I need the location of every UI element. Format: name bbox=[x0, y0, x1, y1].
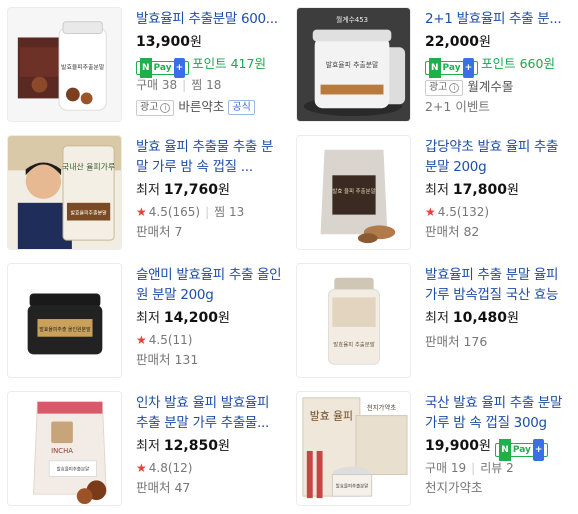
seller-name[interactable]: 천지가약초 bbox=[425, 478, 573, 498]
svg-text:발효율피추출분말: 발효율피추출분말 bbox=[61, 63, 105, 71]
product-thumbnail[interactable]: 발효율피 추출분말 월계수453 bbox=[296, 7, 411, 122]
price: 최저 10,480원 bbox=[425, 310, 519, 326]
rating-row: ★ 4.8(12) bbox=[136, 461, 193, 475]
product-card[interactable]: 국내산 율피가루 발효율피추출분말 발효 율피 추출물 추출 분말 가루 밤 속… bbox=[0, 128, 289, 256]
rating-row: ★ 4.5(132) bbox=[425, 205, 490, 219]
svg-text:발효율피 추출분말: 발효율피 추출분말 bbox=[333, 341, 374, 349]
price: 13,900원 bbox=[136, 34, 202, 50]
product-image: 발효율피추출분말 bbox=[8, 8, 121, 121]
product-title[interactable]: 발효율피 추출 분말 율피 가루 밤속껍질 국산 효능 bbox=[425, 265, 573, 305]
product-image: 국내산 율피가루 발효율피추출분말 bbox=[8, 136, 121, 249]
product-grid: 발효율피추출분말 발효율피 추출분말 600... 13,900원 N Pay + 포… bbox=[0, 0, 578, 514]
svg-text:발효율피추출분말: 발효율피추출분말 bbox=[336, 482, 368, 489]
seller-row: 광고 i 월계수몰 bbox=[425, 77, 573, 97]
promo-text: 2+1 이벤트 bbox=[425, 99, 490, 114]
product-meta: 구매 38 | 찜 18 bbox=[136, 78, 222, 92]
svg-text:발효율피추출 올인원분말: 발효율피추출 올인원분말 bbox=[39, 326, 91, 333]
product-card[interactable]: 발효율피추출분말 발효율피 추출분말 600... 13,900원 N Pay + 포… bbox=[0, 0, 289, 128]
product-image: 발효율피추출 올인원분말 bbox=[8, 264, 121, 377]
svg-text:국내산 율피가루: 국내산 율피가루 bbox=[62, 161, 115, 171]
svg-text:발효 율피 추출분말: 발효 율피 추출분말 bbox=[332, 187, 375, 195]
product-title[interactable]: 인차 발효 율피 발효율피 추출 분말 가루 추출물... bbox=[136, 393, 284, 433]
product-thumbnail[interactable]: INCHA 발효율피추출분말 bbox=[7, 391, 122, 506]
product-thumbnail[interactable]: 발효 율피 추출분말 bbox=[296, 135, 411, 250]
npay-plus-icon: N Pay + bbox=[425, 58, 479, 78]
product-title[interactable]: 슬앤미 발효율피 추출 올인원 분말 200g bbox=[136, 265, 284, 305]
npay-points: N Pay + 포인트 660원 bbox=[425, 54, 573, 78]
price: 22,000원 bbox=[425, 34, 491, 50]
svg-text:발효율피 추출분말: 발효율피 추출분말 bbox=[326, 60, 379, 69]
rating-row: ★ 4.5(11) bbox=[136, 333, 193, 347]
product-card[interactable]: INCHA 발효율피추출분말 인차 발효 율피 발효율피 추출 분말 가루 추출… bbox=[0, 384, 289, 512]
product-title[interactable]: 발효율피 추출분말 600... bbox=[136, 9, 284, 29]
star-icon: ★ bbox=[136, 205, 147, 219]
seller-row: 광고 i 바른약초 공식 bbox=[136, 97, 284, 117]
product-meta: 구매 19 | 리뷰 2 bbox=[425, 461, 514, 475]
seller-count[interactable]: 판매처 82 bbox=[425, 222, 573, 242]
seller-count[interactable]: 판매처 131 bbox=[136, 350, 284, 370]
seller-name[interactable]: 월계수몰 bbox=[467, 79, 513, 94]
product-title[interactable]: 국산 발효 율피 추출 분말 가루 밤 속 껍질 300g bbox=[425, 393, 573, 433]
product-thumbnail[interactable]: 발효율피 추출분말 bbox=[296, 263, 411, 378]
product-image: INCHA 발효율피추출분말 bbox=[8, 392, 121, 505]
seller-count[interactable]: 판매처 176 bbox=[425, 332, 573, 352]
product-image: 발효율피 추출분말 bbox=[297, 264, 410, 377]
svg-text:천지가약초: 천지가약초 bbox=[367, 403, 396, 412]
product-thumbnail[interactable]: 발효율피추출 올인원분말 bbox=[7, 263, 122, 378]
product-card[interactable]: 발효 율피 천지가약초 발효율피추출분말 국산 발효 율피 추출 분말 가루 밤… bbox=[289, 384, 578, 512]
product-card[interactable]: 발효율피추출 올인원분말 슬앤미 발효율피 추출 올인원 분말 200g 최저 1… bbox=[0, 256, 289, 384]
price: 19,900원 N Pay + bbox=[425, 435, 573, 461]
seller-count[interactable]: 판매처 47 bbox=[136, 478, 284, 498]
svg-text:발효율피추출분말: 발효율피추출분말 bbox=[71, 210, 108, 217]
product-thumbnail[interactable]: 발효율피추출분말 bbox=[7, 7, 122, 122]
npay-points: N Pay + 포인트 417원 bbox=[136, 54, 284, 78]
info-icon: i bbox=[160, 103, 171, 113]
ad-badge[interactable]: 광고 i bbox=[425, 80, 464, 96]
product-title[interactable]: 발효 율피 추출물 추출 분말 가루 밤 속 껍질 ... bbox=[136, 137, 284, 177]
seller-name[interactable]: 바른약초 bbox=[178, 99, 224, 114]
product-card[interactable]: 발효율피 추출분말 월계수453 2+1 발효율피 추출 분... 22,000… bbox=[289, 0, 578, 128]
info-icon: i bbox=[449, 83, 460, 93]
product-image: 발효율피 추출분말 월계수453 bbox=[297, 8, 410, 121]
star-icon: ★ bbox=[425, 205, 436, 219]
rating-row: ★ 4.5(165) | 찜 13 bbox=[136, 205, 245, 219]
product-thumbnail[interactable]: 국내산 율피가루 발효율피추출분말 bbox=[7, 135, 122, 250]
price: 최저 12,850원 bbox=[136, 438, 230, 454]
product-title[interactable]: 2+1 발효율피 추출 분... bbox=[425, 9, 573, 29]
svg-text:월계수453: 월계수453 bbox=[336, 15, 368, 24]
official-badge: 공식 bbox=[228, 100, 255, 115]
svg-text:발효 율피: 발효 율피 bbox=[310, 410, 353, 423]
product-thumbnail[interactable]: 발효 율피 천지가약초 발효율피추출분말 bbox=[296, 391, 411, 506]
star-icon: ★ bbox=[136, 461, 147, 475]
npay-plus-icon: N Pay + bbox=[495, 439, 549, 461]
product-card[interactable]: 발효율피 추출분말 발효율피 추출 분말 율피 가루 밤속껍질 국산 효능 최저… bbox=[289, 256, 578, 384]
product-image: 발효 율피 추출분말 bbox=[297, 136, 410, 249]
price: 최저 14,200원 bbox=[136, 310, 230, 326]
product-image: 발효 율피 천지가약초 발효율피추출분말 bbox=[297, 392, 410, 505]
star-icon: ★ bbox=[136, 333, 147, 347]
npay-plus-icon: N Pay + bbox=[136, 58, 190, 78]
price: 최저 17,760원 bbox=[136, 182, 230, 198]
product-title[interactable]: 갑당약초 발효 율피 추출 분말 200g bbox=[425, 137, 573, 177]
ad-badge[interactable]: 광고 i bbox=[136, 100, 175, 116]
svg-text:INCHA: INCHA bbox=[51, 447, 73, 455]
price: 최저 17,800원 bbox=[425, 182, 519, 198]
svg-text:발효율피추출분말: 발효율피추출분말 bbox=[57, 466, 89, 473]
seller-count[interactable]: 판매처 7 bbox=[136, 222, 284, 242]
product-card[interactable]: 발효 율피 추출분말 갑당약초 발효 율피 추출 분말 200g 최저 17,80… bbox=[289, 128, 578, 256]
